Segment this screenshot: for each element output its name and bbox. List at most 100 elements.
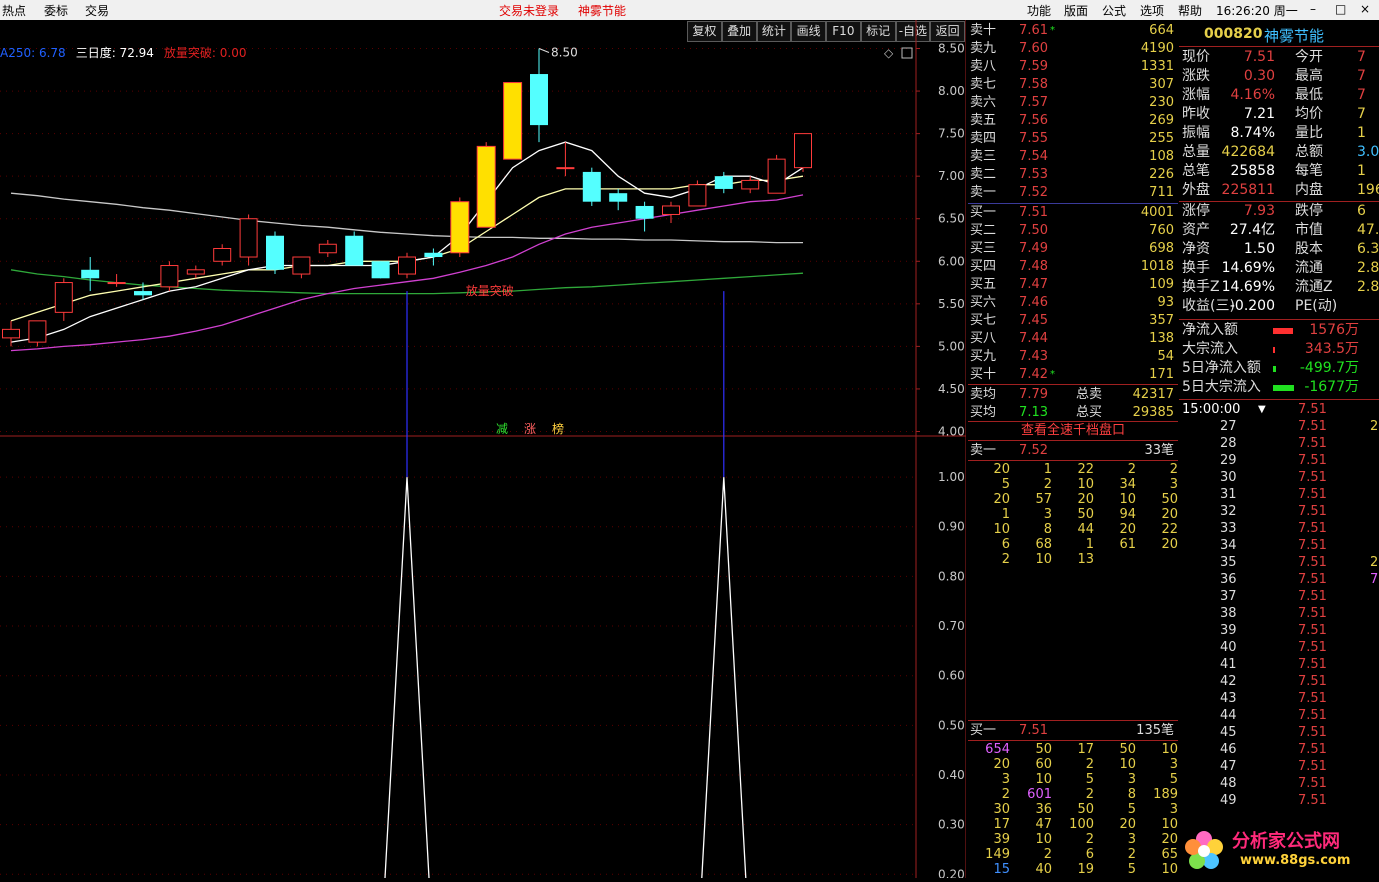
- menu-right-2[interactable]: 公式: [1102, 2, 1126, 19]
- buy-level[interactable]: 买六 7.46 93: [968, 294, 1178, 312]
- menu-item-1[interactable]: 委标: [44, 2, 68, 19]
- quote-row: 振幅 8.74% 量比 1: [1179, 124, 1379, 143]
- candle-body-up[interactable]: [160, 265, 179, 288]
- candle-body-up[interactable]: [239, 218, 258, 258]
- candle-body-up[interactable]: [662, 205, 680, 215]
- menu-right-4[interactable]: 帮助: [1178, 2, 1202, 19]
- candle-body-breakout[interactable]: [476, 145, 496, 228]
- queue-cell: 5: [1085, 772, 1094, 787]
- full-depth-button[interactable]: 查看全速千档盘口: [968, 422, 1178, 440]
- buy-level[interactable]: 买十 7.42 * 171: [968, 366, 1178, 384]
- queue-cell: 5: [1127, 862, 1136, 877]
- candle-body-up[interactable]: [688, 184, 707, 207]
- candle-body-down[interactable]: [530, 74, 548, 126]
- queue-cell: 1: [1001, 507, 1010, 522]
- candle-body-up[interactable]: [741, 179, 760, 190]
- menu-right-1[interactable]: 版面: [1064, 2, 1088, 19]
- queue-cell: 22: [1161, 522, 1178, 537]
- candle-body-down[interactable]: [609, 193, 628, 202]
- candle-body-down[interactable]: [371, 261, 390, 279]
- buy-level[interactable]: 买五 7.47 109: [968, 276, 1178, 294]
- level-label: 卖四: [970, 131, 997, 146]
- candle-body-up[interactable]: [318, 243, 337, 254]
- queue-row: 5 2 10 34 3: [968, 477, 1178, 492]
- queue-cell: 3: [1127, 772, 1136, 787]
- candle-body-up[interactable]: [54, 282, 73, 313]
- candle-body-up[interactable]: [556, 167, 575, 170]
- candle-body-up[interactable]: [28, 320, 47, 343]
- price-tick-label: 4.50: [938, 382, 965, 396]
- quote-value: 225811: [1221, 182, 1275, 198]
- candle-body-down[interactable]: [424, 252, 443, 258]
- panel-toggle-icon[interactable]: [901, 47, 913, 59]
- queue-cell: 5: [1169, 772, 1178, 787]
- menu-right-3[interactable]: 选项: [1140, 2, 1164, 19]
- diamond-icon[interactable]: ◇: [884, 46, 894, 60]
- queue-cell: 20: [1161, 507, 1178, 522]
- candle-body-up[interactable]: [794, 133, 812, 169]
- candle-body-down[interactable]: [134, 291, 152, 296]
- candle-body-down[interactable]: [81, 269, 100, 279]
- sell-level[interactable]: 卖六 7.57 230: [968, 94, 1178, 112]
- queue-row: 17 47 100 20 10: [968, 817, 1178, 832]
- close-icon[interactable]: ×: [1360, 2, 1370, 16]
- buy-level[interactable]: 买七 7.45 357: [968, 312, 1178, 330]
- candle-body-up[interactable]: [186, 269, 205, 275]
- candle-body-up[interactable]: [292, 256, 311, 275]
- buy-level[interactable]: 买三 7.49 698: [968, 240, 1178, 258]
- ladder-divider: [968, 440, 1178, 441]
- quote-value-2: 7: [1357, 68, 1366, 84]
- quote-label-2: 跌停: [1295, 203, 1323, 219]
- tick-header: 15:00:00 ▼ 7.51: [1180, 401, 1379, 418]
- buy-level[interactable]: 买二 7.50 760: [968, 222, 1178, 240]
- candle-body-up[interactable]: [767, 158, 786, 194]
- candle-body-up[interactable]: [107, 282, 126, 285]
- indicator-2: 放量突破: 0.00: [163, 46, 247, 60]
- buy-level[interactable]: 买四 7.48 1018: [968, 258, 1178, 276]
- sell-level[interactable]: 卖七 7.58 307: [968, 76, 1178, 94]
- tick-time: 31: [1220, 487, 1237, 502]
- sell-level[interactable]: 卖一 7.52 711: [968, 184, 1178, 202]
- minimize-icon[interactable]: –: [1310, 2, 1316, 16]
- sub-tick-label: 0.20: [938, 867, 965, 878]
- sell-level[interactable]: 卖十 7.61 * 664: [968, 22, 1178, 40]
- queue-cell: 30: [993, 802, 1010, 817]
- candle-body-up[interactable]: [398, 256, 416, 275]
- menu-item-2[interactable]: 交易: [85, 2, 109, 19]
- candle-body-up[interactable]: [2, 328, 20, 339]
- sell-level[interactable]: 卖八 7.59 1331: [968, 58, 1178, 76]
- candle-body-down[interactable]: [635, 205, 654, 219]
- level-volume: 226: [1149, 167, 1174, 182]
- kline-chart[interactable]: 8.50 8.00 7.50 7.00 6.50 6.00 5.50 5.00 4.50 4.00…: [0, 20, 966, 878]
- quote-label: 总量: [1182, 144, 1210, 160]
- candle-body-down[interactable]: [266, 235, 284, 270]
- queue-row: 6 68 1 61 20: [968, 537, 1178, 552]
- queue-cell: 3: [1169, 802, 1178, 817]
- level-label: 卖一: [970, 185, 997, 200]
- candle-body-down[interactable]: [714, 176, 733, 189]
- level-price: 7.42: [1019, 367, 1048, 382]
- candle-body-down[interactable]: [582, 171, 601, 202]
- sell-level[interactable]: 卖四 7.55 255: [968, 130, 1178, 148]
- queue-cell: 17: [993, 817, 1010, 832]
- queue-cell: 44: [1077, 522, 1094, 537]
- chevron-down-icon[interactable]: ▼: [1258, 401, 1266, 418]
- candle-body-up[interactable]: [213, 248, 232, 262]
- maximize-icon[interactable]: □: [1335, 2, 1346, 16]
- tick-row: 34 7.51: [1180, 537, 1379, 554]
- buy-level[interactable]: 买九 7.43 54: [968, 348, 1178, 366]
- buy-level[interactable]: 买一 7.51 4001: [968, 204, 1178, 222]
- quote-label: 换手Z: [1182, 279, 1220, 295]
- candle-body-breakout[interactable]: [450, 201, 470, 254]
- sell-level[interactable]: 卖二 7.53 226: [968, 166, 1178, 184]
- sell-level[interactable]: 卖五 7.56 269: [968, 112, 1178, 130]
- queue-cell: 10: [1161, 742, 1178, 757]
- candle-body-down[interactable]: [345, 235, 364, 266]
- candle-body-breakout[interactable]: [503, 82, 523, 160]
- sell-level[interactable]: 卖三 7.54 108: [968, 148, 1178, 166]
- buy-level[interactable]: 买八 7.44 138: [968, 330, 1178, 348]
- menu-right-0[interactable]: 功能: [1027, 2, 1051, 19]
- menu-item-0[interactable]: 热点: [2, 2, 26, 19]
- clock: 16:26:20 周一: [1216, 4, 1298, 18]
- sell-level[interactable]: 卖九 7.60 4190: [968, 40, 1178, 58]
